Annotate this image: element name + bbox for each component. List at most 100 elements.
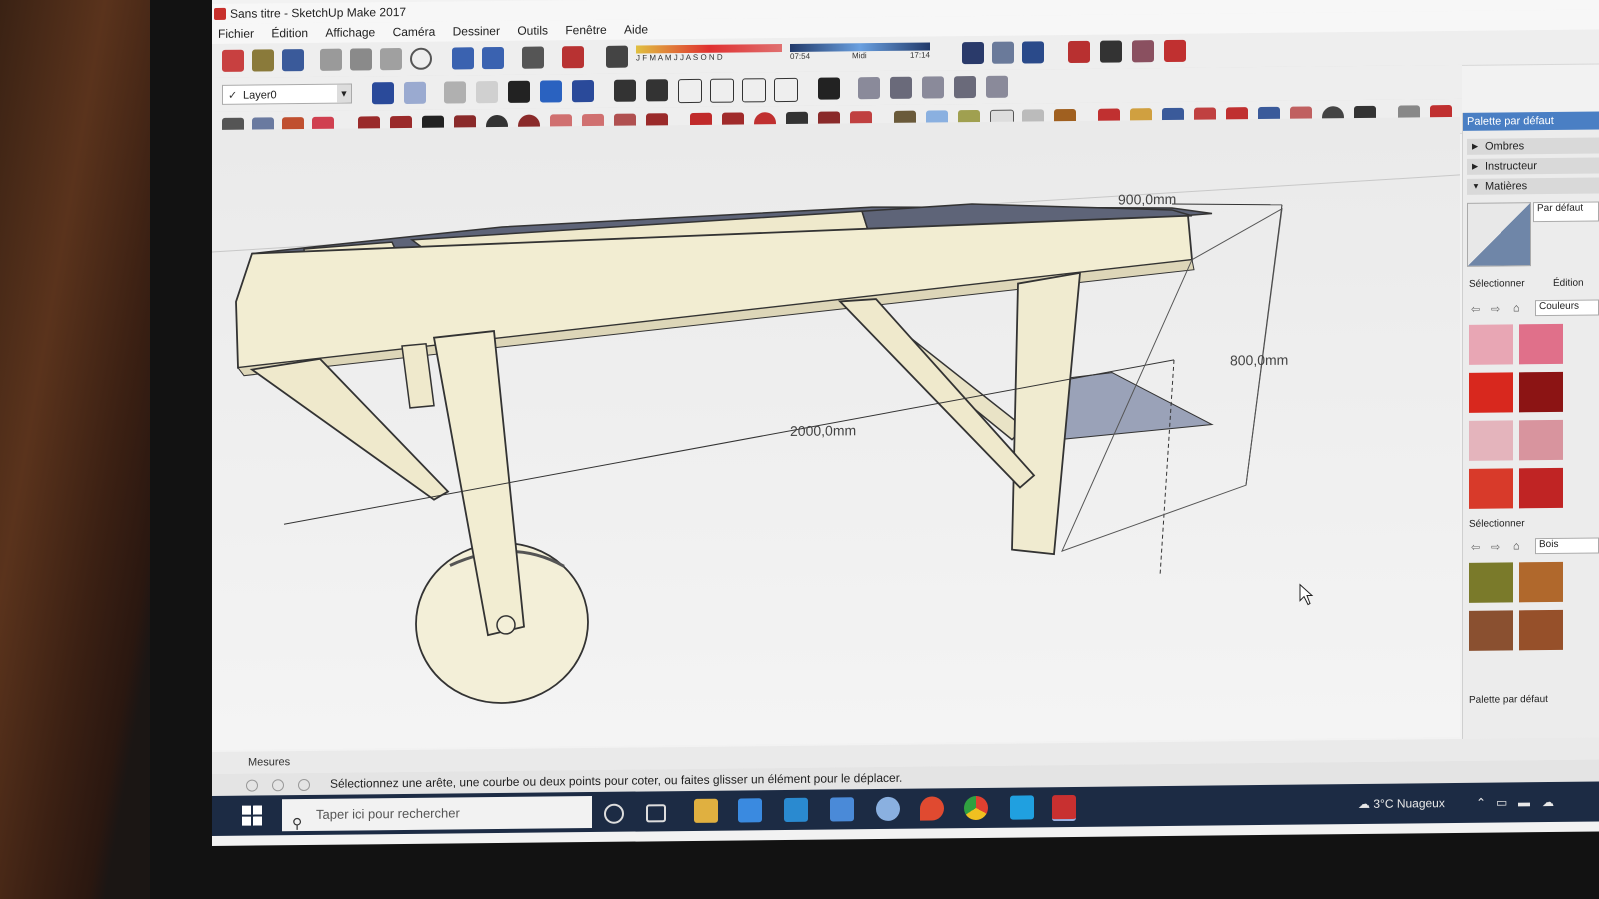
split-icon[interactable] — [986, 75, 1008, 98]
monochrome-icon[interactable] — [572, 79, 594, 103]
color-swatch[interactable] — [1469, 468, 1513, 509]
tray-chevron-icon[interactable]: ⌃ — [1476, 783, 1486, 823]
ruby-console-icon[interactable] — [1132, 40, 1154, 63]
shaded-textures-icon[interactable] — [540, 80, 562, 103]
model-info-icon[interactable] — [562, 46, 584, 69]
tray-cloud-icon[interactable]: ☁ — [1542, 782, 1554, 822]
get-models-icon[interactable] — [1022, 41, 1044, 64]
erase-delete-icon[interactable] — [410, 47, 432, 70]
forward-arrow-icon-2[interactable]: ⇨ — [1491, 541, 1500, 554]
store-icon[interactable] — [738, 798, 762, 823]
undo-icon[interactable] — [452, 47, 474, 70]
tab-select[interactable]: Sélectionner — [1469, 278, 1525, 290]
library-select-top[interactable]: Couleurs — [1535, 299, 1599, 317]
top-view-icon[interactable] — [646, 79, 668, 102]
credits-icon[interactable] — [272, 779, 284, 792]
tray-network-icon[interactable]: ▭ — [1496, 782, 1507, 822]
calculator-icon[interactable] — [830, 797, 854, 822]
save-icon[interactable] — [282, 49, 304, 72]
section-ombres[interactable]: ▶ Ombres — [1467, 137, 1599, 155]
new-file-icon[interactable] — [222, 49, 244, 72]
section-instructeur[interactable]: ▶ Instructeur — [1467, 157, 1599, 175]
menu-edition[interactable]: Édition — [265, 23, 316, 41]
shadows-toggle-icon[interactable] — [606, 45, 628, 68]
layer-select[interactable]: ✓ Layer0 ▼ — [222, 83, 352, 105]
library-select-bottom[interactable]: Bois — [1535, 537, 1599, 555]
menu-outils[interactable]: Outils — [511, 20, 556, 37]
front-view-icon[interactable] — [678, 78, 702, 104]
paste-icon[interactable] — [380, 48, 402, 71]
hidden-line-icon[interactable] — [476, 81, 498, 104]
back-arrow-icon-2[interactable]: ⇦ — [1471, 541, 1480, 554]
redo-icon[interactable] — [482, 46, 504, 70]
intersect-icon[interactable] — [858, 77, 880, 100]
color-swatch[interactable] — [1469, 562, 1513, 603]
subtract-icon[interactable] — [922, 76, 944, 99]
color-swatch[interactable] — [1469, 610, 1513, 651]
task-view-icon[interactable] — [646, 804, 666, 823]
color-swatch[interactable] — [1519, 561, 1563, 603]
chevron-down-icon[interactable]: ▼ — [337, 84, 351, 103]
sketchup-taskbar-icon[interactable] — [1052, 794, 1076, 822]
menu-aide[interactable]: Aide — [618, 19, 656, 36]
iso-view-icon[interactable] — [614, 79, 636, 102]
tab-edit[interactable]: Édition — [1553, 278, 1584, 289]
weather-widget[interactable]: ☁ 3°C Nuageux — [1358, 783, 1445, 824]
color-swatch[interactable] — [1519, 323, 1563, 365]
back-view-icon[interactable] — [742, 78, 766, 103]
home-icon[interactable]: ⌂ — [1513, 302, 1520, 314]
share-model-icon[interactable] — [992, 41, 1014, 64]
cut-icon[interactable] — [320, 48, 342, 71]
cortana-icon[interactable] — [604, 803, 624, 824]
geo-location-icon[interactable] — [246, 779, 258, 792]
trim-icon[interactable] — [954, 75, 976, 99]
copy-icon[interactable] — [350, 48, 372, 71]
shadow-time-slider[interactable]: 07:54 Midi 17:14 — [790, 42, 930, 65]
print-icon[interactable] — [522, 46, 544, 69]
search-icon: ⚲ — [292, 815, 303, 832]
chrome-icon[interactable] — [964, 795, 988, 821]
outer-shell-icon[interactable] — [818, 77, 840, 100]
right-view-icon[interactable] — [710, 78, 734, 103]
shadow-date-slider[interactable]: J F M A M J J A S O N D — [636, 44, 782, 68]
menu-camera[interactable]: Caméra — [387, 22, 444, 40]
material-preview[interactable] — [1467, 202, 1531, 267]
color-swatch[interactable] — [1519, 609, 1563, 651]
left-view-icon[interactable] — [774, 77, 798, 103]
phone-app-icon[interactable] — [1010, 795, 1034, 820]
tray-volume-icon[interactable]: ▬ — [1518, 782, 1530, 822]
extension-warehouse-icon[interactable] — [1068, 40, 1090, 64]
maps-icon[interactable] — [920, 796, 944, 821]
xray-icon[interactable] — [372, 82, 394, 105]
menu-fichier[interactable]: Fichier — [212, 23, 262, 41]
color-swatch[interactable] — [1469, 420, 1513, 461]
union-icon[interactable] — [890, 76, 912, 99]
back-arrow-icon[interactable]: ⇦ — [1471, 303, 1480, 316]
file-explorer-icon[interactable] — [694, 798, 718, 823]
color-swatch[interactable] — [1469, 324, 1513, 365]
shaded-icon[interactable] — [508, 80, 530, 103]
color-swatch[interactable] — [1519, 467, 1563, 509]
windows-start-icon[interactable] — [242, 805, 262, 826]
open-folder-icon[interactable] — [252, 49, 274, 72]
color-swatch[interactable] — [1469, 372, 1513, 413]
plugin-icon[interactable] — [1164, 39, 1186, 63]
back-edges-icon[interactable] — [404, 81, 426, 104]
weather-app-icon[interactable] — [876, 796, 900, 822]
section-matieres[interactable]: ▼ Matières — [1467, 177, 1599, 195]
user-account-icon[interactable] — [298, 778, 310, 792]
wireframe-icon[interactable] — [444, 81, 466, 104]
photo-textures-icon[interactable] — [962, 41, 984, 65]
mail-icon[interactable] — [784, 797, 808, 823]
extension-manager-icon[interactable] — [1100, 40, 1122, 63]
home-icon-2[interactable]: ⌂ — [1513, 540, 1520, 552]
menu-dessiner[interactable]: Dessiner — [447, 21, 508, 39]
forward-arrow-icon[interactable]: ⇨ — [1491, 303, 1500, 316]
material-name-field[interactable]: Par défaut — [1533, 201, 1599, 223]
menu-fenetre[interactable]: Fenêtre — [559, 20, 614, 38]
color-swatch[interactable] — [1519, 419, 1563, 461]
menu-affichage[interactable]: Affichage — [319, 22, 383, 40]
taskbar-search-box[interactable]: ⚲ Taper ici pour rechercher — [282, 796, 592, 832]
model-viewport[interactable]: 2000,0mm 900,0mm 800,0mm — [212, 116, 1461, 751]
color-swatch[interactable] — [1519, 371, 1563, 413]
